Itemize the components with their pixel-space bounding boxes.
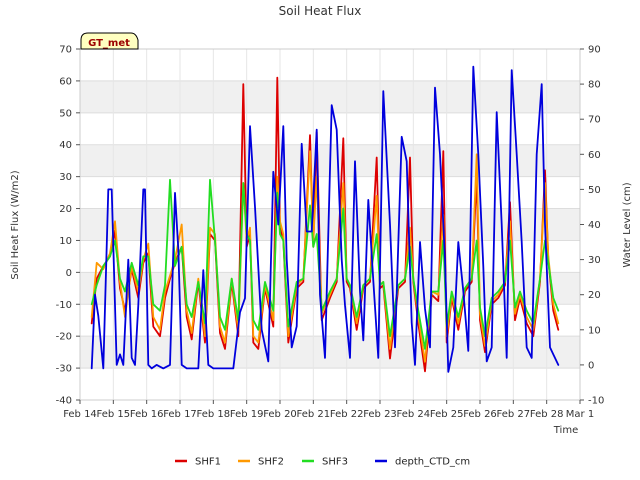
gt-met-badge: GT_met: [80, 32, 139, 50]
grid-band: [80, 208, 580, 241]
x-tick-label: Feb 27: [497, 409, 531, 420]
x-tick-label: Feb 16: [130, 409, 164, 420]
y-tick-label: 20: [59, 204, 72, 215]
y-tick-label: 40: [59, 140, 72, 151]
x-tick-label: Feb 15: [97, 409, 131, 420]
y2-tick-label: 60: [588, 150, 601, 161]
y-tick-label: -30: [56, 364, 72, 375]
y2-axis-label: Water Level (cm): [622, 182, 633, 267]
legend-label: depth_CTD_cm: [395, 457, 470, 468]
y-tick-label: 30: [59, 172, 72, 183]
y2-tick-label: 30: [588, 255, 601, 266]
x-tick-label: Mar 1: [566, 409, 594, 420]
y-tick-label: 60: [59, 76, 72, 87]
y-tick-label: 70: [59, 45, 72, 56]
y-tick-label: -20: [56, 332, 72, 343]
y-tick-label: -10: [56, 300, 72, 311]
x-tick-label: Feb 25: [430, 409, 464, 420]
x-tick-label: Feb 21: [297, 409, 331, 420]
chart-root: -40 -30 -20 -10 0 10 20 30 40 50 60 70 -10 0 10 20 30 40 5…: [0, 0, 640, 480]
legend: SHF1 SHF2 SHF3 depth_CTD_cm: [175, 457, 470, 468]
y2-tick-label: -10: [588, 396, 604, 407]
legend-label: SHF3: [322, 457, 348, 468]
y2-tick-label: 0: [588, 360, 594, 371]
y-tick-label: 10: [59, 236, 72, 247]
x-axis-label: Time: [553, 425, 578, 436]
legend-label: SHF2: [258, 457, 284, 468]
x-tick-label: Feb 24: [397, 409, 431, 420]
y-tick-label: 50: [59, 108, 72, 119]
x-tick-label: Feb 17: [163, 409, 197, 420]
y-tick-label: -40: [56, 396, 72, 407]
soil-heat-flux-chart: -40 -30 -20 -10 0 10 20 30 40 50 60 70 -10 0 10 20 30 40 5…: [10, 4, 633, 468]
grid-band: [80, 80, 580, 113]
legend-label: SHF1: [195, 457, 221, 468]
y2-tick-label: 10: [588, 325, 601, 336]
x-tick-label: Feb 18: [197, 409, 231, 420]
x-tick-label: Feb 14: [63, 409, 97, 420]
y2-tick-label: 40: [588, 220, 601, 231]
y-tick-label: 0: [66, 268, 72, 279]
x-tick-label: Feb 23: [363, 409, 397, 420]
grid-band: [80, 336, 580, 369]
x-tick-label: Feb 28: [530, 409, 564, 420]
x-tick-label: Feb 19: [230, 409, 264, 420]
x-tick-label: Feb 26: [463, 409, 497, 420]
y2-tick-label: 90: [588, 45, 601, 56]
chart-title: Soil Heat Flux: [279, 4, 362, 18]
y2-tick-label: 20: [588, 290, 601, 301]
x-tick-label: Feb 22: [330, 409, 364, 420]
x-tick-label: Feb 20: [263, 409, 297, 420]
badge-label: GT_met: [88, 38, 130, 49]
y-axis-label: Soil Heat Flux (W/m2): [10, 170, 21, 279]
y2-tick-label: 70: [588, 115, 601, 126]
y2-tick-label: 50: [588, 185, 601, 196]
y2-tick-label: 80: [588, 80, 601, 91]
